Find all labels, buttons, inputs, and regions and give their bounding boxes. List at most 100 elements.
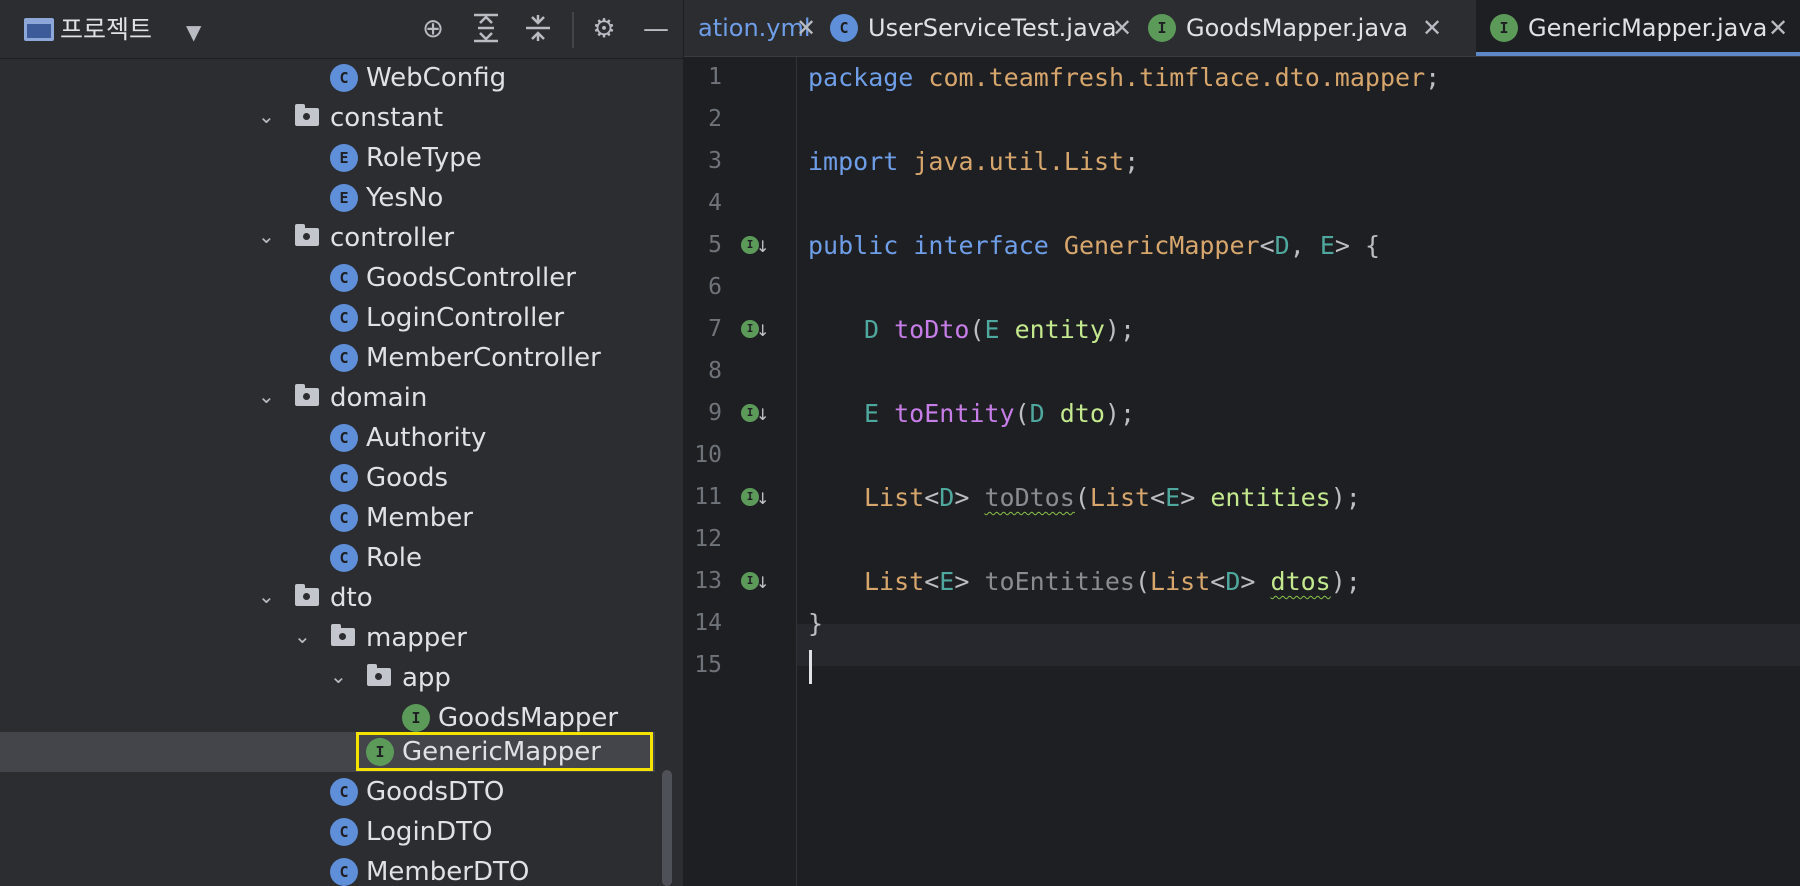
- code-line-13[interactable]: List<E> toEntities(List<D> dtos);: [864, 561, 1361, 603]
- close-icon[interactable]: ✕: [1112, 0, 1132, 56]
- tree-item-logindto[interactable]: C LoginDTO: [0, 812, 655, 852]
- keyword: public: [808, 231, 899, 260]
- tree-item-label: LoginController: [366, 303, 565, 333]
- parameter-name: entities: [1210, 483, 1331, 512]
- tree-item-label: Authority: [366, 423, 487, 453]
- package-folder-icon: [367, 664, 391, 686]
- tree-item-label: WebConfig: [366, 63, 507, 93]
- class-icon: C: [830, 14, 858, 42]
- code-line-5[interactable]: public interface GenericMapper<D, E> {: [808, 225, 1380, 267]
- package-folder-icon: [295, 384, 319, 406]
- tree-folder-constant[interactable]: ⌄ constant: [0, 98, 655, 138]
- implemented-icon[interactable]: I ↓: [741, 402, 769, 428]
- tree-folder-mapper[interactable]: ⌄ mapper: [0, 618, 655, 658]
- tree-folder-dto[interactable]: ⌄ dto: [0, 578, 655, 618]
- gear-icon[interactable]: ⚙: [586, 13, 622, 45]
- close-icon[interactable]: ✕: [1768, 0, 1788, 56]
- code-line-1[interactable]: package com.teamfresh.timflace.dto.mappe…: [808, 57, 1440, 99]
- tree-item-authority[interactable]: C Authority: [0, 418, 655, 458]
- tree-item-membercontroller[interactable]: C MemberController: [0, 338, 655, 378]
- expand-all-icon[interactable]: [468, 13, 504, 45]
- type-name: List: [1150, 567, 1211, 596]
- tree-item-webconfig[interactable]: C WebConfig: [0, 58, 655, 98]
- chevron-down-icon[interactable]: ⌄: [294, 624, 314, 648]
- tree-item-member[interactable]: C Member: [0, 498, 655, 538]
- tab-application-yml[interactable]: ation.yml ✕: [684, 0, 822, 56]
- line-number: 7: [708, 316, 722, 342]
- implemented-icon[interactable]: I ↓: [741, 486, 769, 512]
- package-name: com.teamfresh.timflace.dto.mapper: [928, 63, 1426, 92]
- code-line-14[interactable]: }: [808, 603, 823, 645]
- punctuation: );: [1330, 567, 1361, 596]
- punctuation: );: [1104, 399, 1135, 428]
- chevron-down-icon[interactable]: ⌄: [258, 104, 278, 128]
- tree-item-roletype[interactable]: E RoleType: [0, 138, 655, 178]
- chevron-down-icon[interactable]: ⌄: [258, 224, 278, 248]
- line-number: 13: [694, 568, 722, 594]
- chevron-down-icon[interactable]: ⌄: [330, 664, 350, 688]
- implemented-icon[interactable]: I ↓: [741, 570, 769, 596]
- tree-item-label: constant: [330, 103, 444, 133]
- tree-item-goods[interactable]: C Goods: [0, 458, 655, 498]
- chevron-down-icon[interactable]: ▼: [186, 20, 201, 44]
- punctuation: {: [1349, 231, 1381, 260]
- class-icon: C: [330, 344, 358, 372]
- code-line-11[interactable]: List<D> toDtos(List<E> entities);: [864, 477, 1361, 519]
- tab-genericmapper[interactable]: I GenericMapper.java ✕: [1476, 0, 1800, 56]
- line-number: 10: [694, 442, 722, 468]
- type-name: List: [864, 483, 925, 512]
- implemented-icon[interactable]: I ↓: [741, 234, 769, 260]
- tree-item-goodscontroller[interactable]: C GoodsController: [0, 258, 655, 298]
- line-number: 8: [708, 358, 722, 384]
- type-parameter: E: [864, 399, 880, 428]
- tree-item-goodsdto[interactable]: C GoodsDTO: [0, 772, 655, 812]
- punctuation: );: [1330, 483, 1361, 512]
- parameter-name: dto: [1059, 399, 1105, 428]
- parameter-name: entity: [1014, 315, 1105, 344]
- tree-item-label: mapper: [366, 623, 467, 653]
- line-number: 11: [694, 484, 722, 510]
- tree-item-role[interactable]: C Role: [0, 538, 655, 578]
- tree-folder-app[interactable]: ⌄ app: [0, 658, 655, 698]
- tree-folder-domain[interactable]: ⌄ domain: [0, 378, 655, 418]
- punctuation: <: [924, 567, 940, 596]
- project-panel-title[interactable]: 프로젝트: [60, 14, 152, 46]
- tab-label: GoodsMapper.java: [1186, 14, 1408, 42]
- implemented-icon[interactable]: I ↓: [741, 318, 769, 344]
- chevron-down-icon[interactable]: ⌄: [258, 584, 278, 608]
- close-icon[interactable]: ✕: [796, 0, 816, 56]
- punctuation: (: [1074, 483, 1090, 512]
- project-panel-header: 프로젝트 ▼ ⊕ ⚙ —: [0, 0, 683, 59]
- punctuation: >: [1180, 483, 1196, 512]
- type-parameter: D: [939, 483, 955, 512]
- line-number: 2: [708, 106, 722, 132]
- tree-item-label: controller: [330, 223, 455, 253]
- tab-goodsmapper[interactable]: I GoodsMapper.java ✕: [1148, 0, 1448, 56]
- line-number: 4: [708, 190, 722, 216]
- punctuation: <: [924, 483, 940, 512]
- tree-folder-controller[interactable]: ⌄ controller: [0, 218, 655, 258]
- minimize-icon[interactable]: —: [638, 13, 674, 45]
- tree-item-memberdto[interactable]: C MemberDTO: [0, 852, 655, 886]
- collapse-all-icon[interactable]: [520, 13, 556, 45]
- text-caret: [809, 650, 812, 684]
- ide-window: 프로젝트 ▼ ⊕ ⚙ — C WebConfig ⌄ constant E Ro…: [0, 0, 1800, 886]
- project-tree-scrollbar[interactable]: [662, 770, 672, 886]
- editor-tab-bar: ation.yml ✕ C UserServiceTest.java ✕ I G…: [684, 0, 1800, 57]
- type-parameter: E: [939, 567, 955, 596]
- code-line-7[interactable]: D toDto(E entity);: [864, 309, 1135, 351]
- close-icon[interactable]: ✕: [1422, 0, 1442, 56]
- code-editor: ation.yml ✕ C UserServiceTest.java ✕ I G…: [684, 0, 1800, 886]
- tree-item-label: GoodsMapper: [438, 703, 619, 733]
- tree-item-yesno[interactable]: E YesNo: [0, 178, 655, 218]
- class-icon: C: [330, 858, 358, 886]
- tree-item-label: RoleType: [366, 143, 482, 173]
- code-line-3[interactable]: import java.util.List;: [808, 141, 1139, 183]
- keyword: import: [808, 147, 899, 176]
- tree-item-logincontroller[interactable]: C LoginController: [0, 298, 655, 338]
- code-line-9[interactable]: E toEntity(D dto);: [864, 393, 1135, 435]
- chevron-down-icon[interactable]: ⌄: [258, 384, 278, 408]
- line-number: 1: [708, 64, 722, 90]
- crosshair-icon[interactable]: ⊕: [415, 13, 451, 45]
- tab-userservicetest[interactable]: C UserServiceTest.java ✕: [830, 0, 1140, 56]
